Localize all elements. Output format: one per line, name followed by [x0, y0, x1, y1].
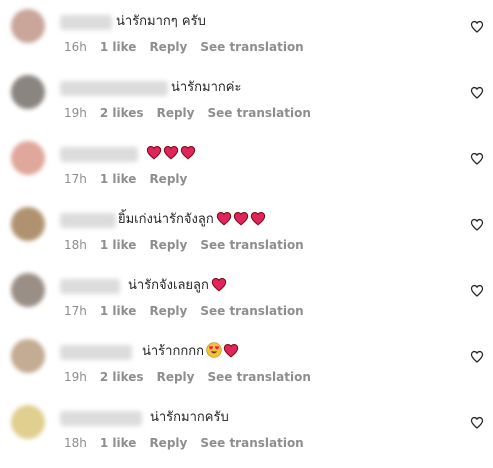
- red-heart-emoji-icon: [216, 211, 233, 230]
- red-heart-emoji-icon: [180, 145, 197, 164]
- avatar[interactable]: [11, 339, 45, 373]
- likes-count[interactable]: 1 like: [100, 436, 137, 450]
- reply-button[interactable]: Reply: [149, 304, 187, 318]
- see-translation-button[interactable]: See translation: [200, 40, 303, 54]
- emoji-group: [206, 342, 240, 365]
- red-heart-emoji-icon: [233, 211, 250, 230]
- comment-item: น่าร้ากกกก 19h 2 likes Reply See translation: [0, 336, 493, 402]
- comment-time[interactable]: 18h: [64, 436, 87, 450]
- comment-text: [144, 144, 197, 167]
- emoji-group: [216, 211, 267, 233]
- comment-time[interactable]: 16h: [64, 40, 87, 54]
- see-translation-button[interactable]: See translation: [200, 238, 303, 252]
- comment-item: น่ารักจังเลยลูก 17h 1 like Reply See transla…: [0, 270, 493, 336]
- comment-body: น่ารักจังเลยลูก: [128, 278, 209, 293]
- avatar[interactable]: [11, 141, 45, 175]
- like-heart-icon[interactable]: [470, 151, 484, 165]
- likes-count[interactable]: 1 like: [100, 304, 137, 318]
- comment-meta: 19h 2 likes Reply See translation: [64, 369, 324, 385]
- comment-meta: 16h 1 like Reply See translation: [64, 39, 317, 55]
- likes-count[interactable]: 1 like: [100, 238, 137, 252]
- likes-count[interactable]: 2 likes: [100, 106, 144, 120]
- red-heart-emoji-icon: [163, 145, 180, 164]
- reply-button[interactable]: Reply: [149, 436, 187, 450]
- emoji-group: [146, 145, 197, 167]
- emoji-group: [211, 277, 228, 299]
- reply-button[interactable]: Reply: [157, 370, 195, 384]
- comment-time[interactable]: 18h: [64, 238, 87, 252]
- reply-button[interactable]: Reply: [149, 238, 187, 252]
- reply-button[interactable]: Reply: [157, 106, 195, 120]
- comment-body: น่ารักมากค่ะ: [171, 80, 242, 95]
- comment-time[interactable]: 17h: [64, 172, 87, 186]
- comment-item: น่ารักมากครับ 18h 1 like Reply See translati…: [0, 402, 493, 468]
- see-translation-button[interactable]: See translation: [200, 436, 303, 450]
- comment-text: ยิ้มเก่งน่ารักจังลูก: [118, 210, 267, 233]
- see-translation-button[interactable]: See translation: [207, 370, 310, 384]
- red-heart-emoji-icon: [250, 211, 267, 230]
- like-heart-icon[interactable]: [470, 19, 484, 33]
- avatar[interactable]: [11, 207, 45, 241]
- see-translation-button[interactable]: See translation: [207, 106, 310, 120]
- comment-body: น่ารักมากครับ: [150, 410, 229, 425]
- comment-body: ยิ้มเก่งน่ารักจังลูก: [118, 212, 214, 227]
- username-blurred[interactable]: [60, 279, 120, 294]
- avatar[interactable]: [11, 9, 45, 43]
- comment-text: น่ารักมากค่ะ: [171, 78, 241, 98]
- red-heart-emoji-icon: [146, 145, 163, 164]
- comment-body: น่าร้ากกกก: [142, 344, 204, 359]
- like-heart-icon[interactable]: [470, 283, 484, 297]
- like-heart-icon[interactable]: [470, 85, 484, 99]
- avatar[interactable]: [11, 405, 45, 439]
- see-translation-button[interactable]: See translation: [200, 304, 303, 318]
- comment-item: น่ารักมากค่ะ 19h 2 likes Reply See translati…: [0, 72, 493, 138]
- username-blurred[interactable]: [60, 213, 116, 228]
- red-heart-emoji-icon: [211, 277, 228, 296]
- like-heart-icon[interactable]: [470, 349, 484, 363]
- likes-count[interactable]: 1 like: [100, 40, 137, 54]
- heart-eyes-emoji-icon: [206, 342, 223, 362]
- likes-count[interactable]: 2 likes: [100, 370, 144, 384]
- comment-text: น่ารักมากครับ: [150, 408, 229, 428]
- comment-meta: 17h 1 like Reply See translation: [64, 303, 317, 319]
- comment-time[interactable]: 17h: [64, 304, 87, 318]
- reply-button[interactable]: Reply: [149, 172, 187, 186]
- reply-button[interactable]: Reply: [149, 40, 187, 54]
- comment-item: 17h 1 like Reply: [0, 138, 493, 204]
- comment-meta: 17h 1 like Reply: [64, 171, 200, 187]
- username-blurred[interactable]: [60, 81, 168, 96]
- comment-meta: 19h 2 likes Reply See translation: [64, 105, 324, 121]
- like-heart-icon[interactable]: [470, 415, 484, 429]
- comment-time[interactable]: 19h: [64, 106, 87, 120]
- comment-meta: 18h 1 like Reply See translation: [64, 435, 317, 451]
- comment-text: น่ารักจังเลยลูก: [128, 276, 228, 299]
- like-heart-icon[interactable]: [470, 217, 484, 231]
- avatar[interactable]: [11, 75, 45, 109]
- username-blurred[interactable]: [60, 345, 132, 360]
- comment-text: น่ารักมากๆ ครับ: [116, 12, 206, 32]
- comment-meta: 18h 1 like Reply See translation: [64, 237, 317, 253]
- comment-text: น่าร้ากกกก: [142, 342, 240, 365]
- red-heart-emoji-icon: [223, 343, 240, 362]
- avatar[interactable]: [11, 273, 45, 307]
- comment-item: ยิ้มเก่งน่ารักจังลูก 18h 1 like Reply See tr…: [0, 204, 493, 270]
- username-blurred[interactable]: [60, 147, 138, 162]
- comment-body: น่ารักมากๆ ครับ: [116, 14, 206, 29]
- comment-time[interactable]: 19h: [64, 370, 87, 384]
- comment-item: น่ารักมากๆ ครับ 16h 1 like Reply See transla…: [0, 6, 493, 72]
- username-blurred[interactable]: [60, 15, 112, 30]
- username-blurred[interactable]: [60, 411, 142, 426]
- likes-count[interactable]: 1 like: [100, 172, 137, 186]
